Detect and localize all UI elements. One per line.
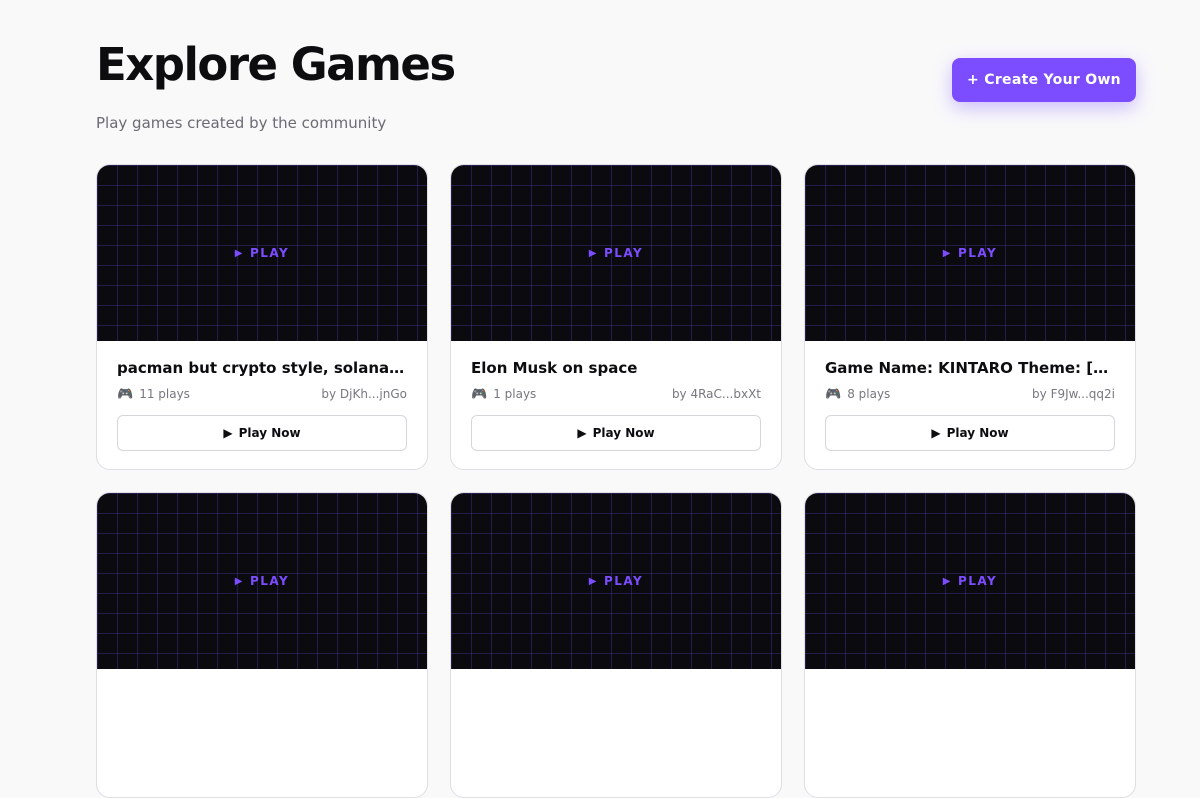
play-count: 11 plays [139, 387, 190, 401]
play-icon: ▶ [588, 247, 598, 259]
play-count: 1 plays [493, 387, 537, 401]
game-thumbnail[interactable]: ▶ PLAY [805, 165, 1135, 341]
play-icon: ▶ [588, 575, 598, 587]
game-thumbnail[interactable]: ▶ PLAY [97, 493, 427, 669]
game-title: Game Name: KINTARO Theme: [Fanta... [825, 359, 1115, 377]
play-now-button[interactable]: ▶ Play Now [825, 415, 1115, 451]
game-card[interactable]: ▶ PLAY pacman but crypto style, solana a… [96, 164, 428, 470]
play-icon: ▶ [577, 426, 587, 440]
play-icon: ▶ [234, 575, 244, 587]
page-header: Explore Games Play games created by the … [96, 36, 456, 132]
game-card[interactable]: ▶ PLAY Elon Musk on space 🎮 1 plays by 4… [450, 164, 782, 470]
games-grid: ▶ PLAY pacman but crypto style, solana a… [96, 164, 1136, 798]
play-now-label: Play Now [238, 426, 301, 440]
game-card[interactable]: ▶ PLAY Game Name: KINTARO Theme: [Fanta.… [804, 164, 1136, 470]
play-now-button[interactable]: ▶ Play Now [471, 415, 761, 451]
game-author: by 4RaC...bxXt [671, 387, 761, 401]
game-meta: 🎮 11 plays by DjKh...jnGo [117, 385, 407, 403]
page-subtitle: Play games created by the community [96, 114, 387, 132]
game-author: by DjKh...jnGo [321, 387, 407, 401]
play-icon: ▶ [931, 426, 941, 440]
play-overlay-label: PLAY [249, 246, 290, 260]
play-overlay-label: PLAY [603, 574, 644, 588]
gamepad-icon: 🎮 [471, 386, 488, 402]
game-card[interactable]: ▶ PLAY [450, 492, 782, 798]
game-author: by F9Jw...qq2i [1032, 387, 1115, 401]
play-overlay: ▶ PLAY [235, 574, 289, 588]
play-icon: ▶ [234, 247, 244, 259]
play-icon: ▶ [942, 575, 952, 587]
game-meta: 🎮 8 plays by F9Jw...qq2i [825, 385, 1115, 403]
game-title: Elon Musk on space [471, 359, 638, 377]
play-count: 8 plays [847, 387, 891, 401]
game-thumbnail[interactable]: ▶ PLAY [97, 165, 427, 341]
play-icon: ▶ [942, 247, 952, 259]
play-overlay: ▶ PLAY [943, 246, 997, 260]
play-overlay-label: PLAY [603, 246, 644, 260]
play-overlay-label: PLAY [957, 246, 998, 260]
game-card[interactable]: ▶ PLAY [804, 492, 1136, 798]
play-overlay-label: PLAY [249, 574, 290, 588]
game-thumbnail[interactable]: ▶ PLAY [805, 493, 1135, 669]
gamepad-icon: 🎮 [825, 386, 842, 402]
play-now-button[interactable]: ▶ Play Now [117, 415, 407, 451]
game-thumbnail[interactable]: ▶ PLAY [451, 493, 781, 669]
create-your-own-button[interactable]: + Create Your Own [952, 58, 1136, 102]
play-overlay: ▶ PLAY [589, 246, 643, 260]
play-now-label: Play Now [592, 426, 655, 440]
game-card[interactable]: ▶ PLAY [96, 492, 428, 798]
play-overlay: ▶ PLAY [943, 574, 997, 588]
gamepad-icon: 🎮 [117, 386, 134, 402]
play-overlay: ▶ PLAY [235, 246, 289, 260]
game-thumbnail[interactable]: ▶ PLAY [451, 165, 781, 341]
play-overlay-label: PLAY [957, 574, 998, 588]
play-now-label: Play Now [946, 426, 1009, 440]
page-title: Explore Games [96, 38, 456, 91]
game-title: pacman but crypto style, solana as ... [117, 359, 407, 377]
game-meta: 🎮 1 plays by 4RaC...bxXt [471, 385, 761, 403]
play-icon: ▶ [223, 426, 233, 440]
play-overlay: ▶ PLAY [589, 574, 643, 588]
